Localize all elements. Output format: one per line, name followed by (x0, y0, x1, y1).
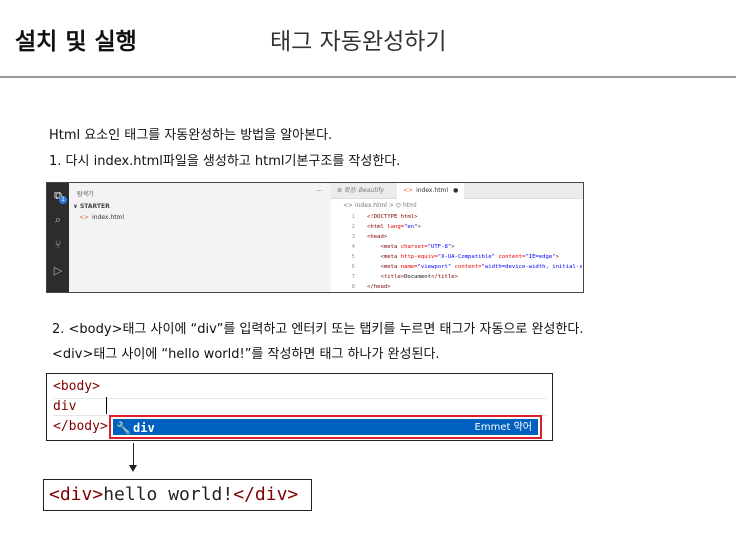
line-number: 2 (351, 224, 355, 230)
line-number: 3 (351, 234, 355, 240)
result-open-tag: <div> (49, 484, 104, 505)
suggestion-item-div[interactable]: 🔧 div Emmet 약어 (113, 419, 538, 435)
editor-tabs: ≣ 확장: Beautify <> index.html ● (331, 183, 583, 199)
current-line-highlight (53, 398, 547, 416)
code-token: "UTF-8" (427, 244, 452, 250)
code-token: lang= (387, 224, 405, 230)
code-line-div[interactable]: div (53, 399, 76, 414)
line-number: 1 (351, 214, 355, 220)
code-token: "IE=edge" (525, 254, 556, 260)
code-line: 8 </head> (345, 283, 391, 291)
text-caret (106, 397, 107, 414)
code-token: </title> (431, 274, 458, 280)
code-line: 1 <!DOCTYPE html> (345, 213, 418, 221)
code-token: > (417, 224, 421, 230)
code-token: "X-UA-Compatible" (437, 254, 499, 260)
explorer-title: 탐색기 (77, 191, 94, 198)
page-subtitle: 태그 자동완성하기 (270, 29, 447, 55)
result-close-tag: </div> (233, 484, 299, 505)
explorer-file-label: index.html (92, 214, 125, 221)
code-line: 3 <head> (345, 233, 388, 241)
suggestion-popup[interactable]: 🔧 div Emmet 약어 (109, 415, 542, 439)
tab-index-html[interactable]: <> index.html ● (397, 183, 465, 199)
explorer-section[interactable]: ∨ STARTER (73, 203, 110, 210)
source-control-icon[interactable]: ⑂ (52, 239, 64, 251)
code-token: charset= (400, 244, 428, 250)
explorer-panel: 탐색기 ··· ∨ STARTER <> index.html (69, 183, 331, 292)
code-token: "width=device-width, initial-sca (481, 264, 584, 270)
step2b-text: <div>태그 사이에 “hello world!”를 작성하면 태그 하나가 … (52, 347, 440, 362)
notification-badge: 1 (59, 196, 67, 204)
code-token: name= (400, 264, 418, 270)
code-line-body-close: </body> (53, 419, 108, 434)
activity-bar: ⧉ 1 ⌕ ⑂ ▷ (47, 183, 69, 292)
code-token: http-equiv= (400, 254, 438, 260)
result-text: hello world! (103, 484, 234, 505)
line-number: 7 (351, 274, 355, 280)
code-line: 5 <meta http-equiv="X-UA-Compatible" con… (345, 253, 559, 261)
line-number: 6 (351, 264, 355, 270)
code-token: "en" (404, 224, 418, 230)
code-line-body-open: <body> (53, 379, 100, 394)
arrow-line (133, 443, 134, 467)
step1-text: 1. 다시 index.html파일을 생성하고 html기본구조를 작성한다. (49, 154, 401, 169)
vscode-screenshot: ⧉ 1 ⌕ ⑂ ▷ 탐색기 ··· ∨ STARTER <> index.html… (46, 182, 584, 293)
code-line: 6 <meta name="viewport" content="width=d… (345, 263, 584, 271)
wrench-icon: 🔧 (116, 421, 131, 435)
code-token: <html (367, 224, 388, 230)
page-title: 설치 및 실행 (15, 29, 137, 55)
step2-text: 2. <body>태그 사이에 “div”를 입력하고 엔터키 또는 탭키를 누… (52, 322, 584, 337)
code-token: <meta (380, 264, 401, 270)
code-token: Document (404, 274, 432, 280)
run-icon[interactable]: ▷ (52, 265, 64, 277)
result-box: <div>hello world!</div> (43, 479, 312, 511)
code-line: 2 <html lang="en"> (345, 223, 421, 231)
arrow-down-icon (129, 465, 137, 472)
code-line: 4 <meta charset="UTF-8"> (345, 243, 455, 251)
code-token: "viewport" (417, 264, 455, 270)
search-icon[interactable]: ⌕ (52, 214, 64, 226)
more-icon[interactable]: ··· (316, 187, 323, 195)
unsaved-dot-icon: ● (453, 187, 459, 194)
code-token: <meta (380, 244, 401, 250)
explorer-file-index[interactable]: <> index.html (79, 214, 124, 221)
html-file-icon: <> (403, 187, 414, 194)
editor-area: ≣ 확장: Beautify <> index.html ● <> index.ht… (331, 183, 584, 292)
intro-text: Html 요소인 태그를 자동완성하는 방법을 알아본다. (49, 128, 333, 143)
suggestion-detail: Emmet 약어 (474, 422, 532, 433)
code-token: <head> (367, 234, 388, 240)
tab-beautify[interactable]: ≣ 확장: Beautify (331, 183, 390, 199)
line-number: 5 (351, 254, 355, 260)
code-token: <meta (380, 254, 401, 260)
code-token: </head> (367, 284, 391, 290)
code-token: content= (498, 254, 526, 260)
code-token: <title> (380, 274, 405, 280)
line-number: 8 (351, 284, 355, 290)
code-token: > (555, 254, 560, 260)
code-line: 7 <title>Document</title> (345, 273, 458, 281)
breadcrumb[interactable]: <> index.html > ⌬ html (343, 202, 417, 209)
suggestion-label: div (133, 421, 155, 435)
code-token: <!DOCTYPE html> (367, 214, 418, 220)
code-token: > (451, 244, 455, 250)
tab-label: index.html (416, 187, 449, 194)
result-code: <div>hello world!</div> (49, 483, 298, 507)
page-header: 설치 및 실행 태그 자동완성하기 (0, 0, 736, 78)
html-file-icon: <> (79, 214, 90, 221)
code-token: content= (454, 264, 482, 270)
line-number: 4 (351, 244, 355, 250)
emmet-screenshot: <body> div </body> 🔧 div Emmet 약어 (46, 373, 553, 441)
